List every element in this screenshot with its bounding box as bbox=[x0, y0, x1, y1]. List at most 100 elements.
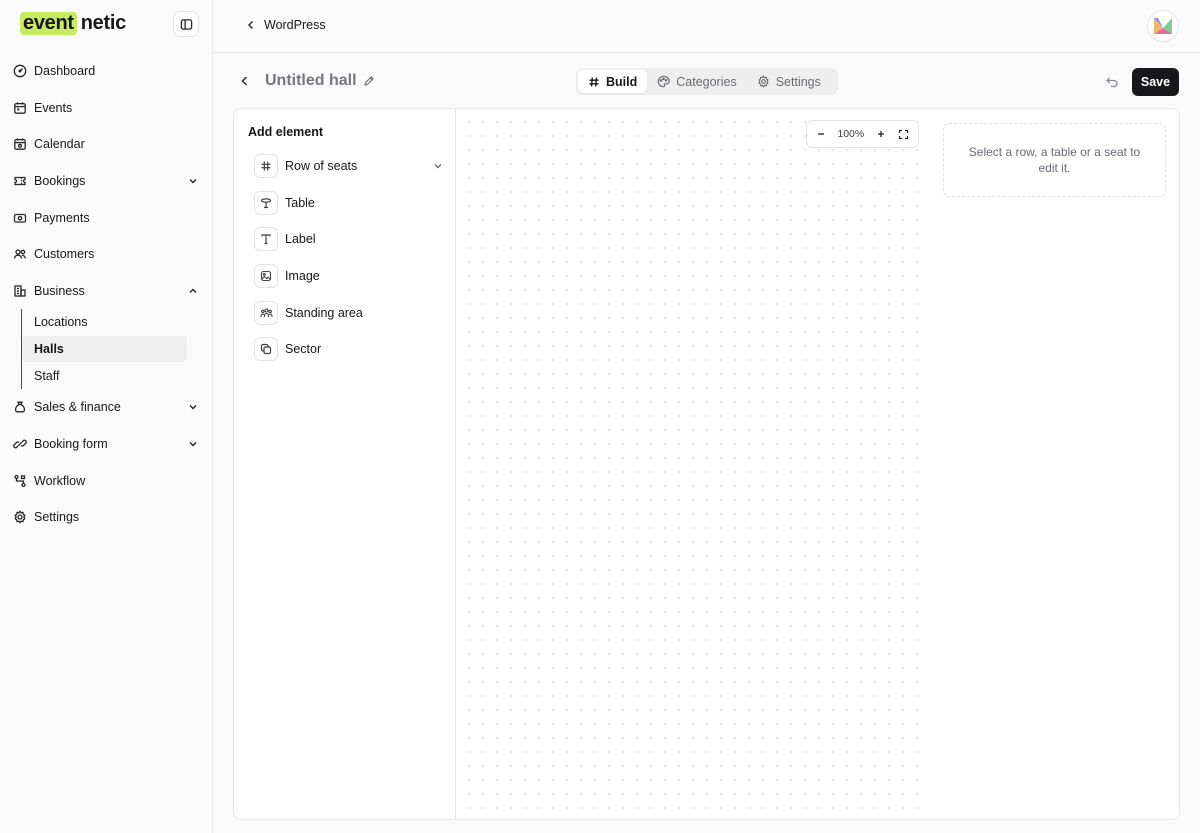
sidebar-item-calendar[interactable]: Calendar bbox=[0, 126, 213, 163]
sidebar-subitem-locations[interactable]: Locations bbox=[22, 309, 187, 336]
zoom-level: 100% bbox=[837, 128, 865, 140]
selection-hint: Select a row, a table or a seat to edit … bbox=[943, 123, 1166, 197]
money-bag-icon bbox=[13, 400, 27, 414]
people-icon bbox=[254, 300, 278, 325]
back-to-wordpress-link[interactable]: WordPress bbox=[246, 18, 326, 32]
fullscreen-icon bbox=[899, 129, 909, 139]
workflow-icon bbox=[13, 474, 27, 488]
ticket-icon bbox=[13, 174, 27, 188]
sidebar-item-events[interactable]: Events bbox=[0, 90, 213, 127]
element-standing-area[interactable]: Standing area bbox=[254, 294, 444, 331]
fullscreen-button[interactable] bbox=[897, 127, 911, 141]
element-label: Sector bbox=[285, 342, 322, 357]
tab-categories[interactable]: Categories bbox=[647, 70, 746, 93]
element-label: Row of seats bbox=[285, 159, 358, 174]
seat-map-canvas[interactable]: 100% bbox=[456, 109, 930, 819]
back-to-wordpress-label: WordPress bbox=[264, 18, 326, 32]
top-bar: WordPress bbox=[213, 0, 1200, 53]
cash-icon bbox=[13, 211, 27, 225]
element-label: Image bbox=[285, 269, 320, 284]
sidebar-item-label: Bookings bbox=[34, 174, 86, 189]
editor-tabs: Build Categories Settings bbox=[576, 68, 838, 95]
zoom-out-button[interactable] bbox=[814, 127, 828, 141]
users-icon bbox=[13, 247, 27, 261]
plus-icon bbox=[877, 131, 884, 137]
sidebar-subitem-halls[interactable]: Halls bbox=[22, 335, 187, 363]
sidebar-item-settings[interactable]: Settings bbox=[0, 499, 213, 536]
sidebar-item-label: Workflow bbox=[34, 473, 86, 488]
element-label: Table bbox=[285, 195, 315, 210]
sidebar-subitem-staff[interactable]: Staff bbox=[22, 362, 187, 389]
zoom-controls: 100% bbox=[806, 120, 919, 148]
image-icon bbox=[254, 264, 278, 289]
sidebar-toggle-icon bbox=[180, 18, 192, 30]
sidebar-item-dashboard[interactable]: Dashboard bbox=[0, 53, 213, 90]
chevron-left-icon bbox=[248, 21, 253, 29]
hash-icon bbox=[589, 76, 599, 87]
chevron-down-icon[interactable] bbox=[187, 175, 199, 187]
element-row-of-seats[interactable]: Row of seats bbox=[254, 148, 444, 185]
sidebar-item-bookings[interactable]: Bookings bbox=[0, 163, 213, 200]
logo-rest: netic bbox=[80, 11, 126, 34]
tab-label: Build bbox=[606, 74, 638, 89]
building-icon bbox=[13, 284, 27, 298]
chevron-down-icon[interactable] bbox=[187, 438, 199, 450]
form-icon bbox=[13, 437, 27, 451]
properties-panel: Select a row, a table or a seat to edit … bbox=[930, 109, 1179, 819]
sidebar-item-sales-finance[interactable]: Sales & finance bbox=[0, 389, 213, 426]
brand-logo-icon bbox=[1154, 18, 1172, 34]
element-label[interactable]: Label bbox=[254, 221, 444, 258]
sidebar-item-customers[interactable]: Customers bbox=[0, 236, 213, 273]
back-arrow-icon[interactable] bbox=[238, 74, 252, 88]
gear-icon bbox=[758, 75, 769, 88]
logo[interactable]: event netic bbox=[20, 10, 126, 36]
logo-highlight: event bbox=[20, 11, 77, 35]
palette-icon bbox=[658, 75, 671, 88]
hall-title-text: Untitled hall bbox=[265, 72, 357, 89]
element-sector[interactable]: Sector bbox=[254, 331, 444, 368]
sidebar-collapse-button[interactable] bbox=[173, 11, 199, 37]
sidebar-item-label: Customers bbox=[34, 247, 95, 262]
tab-label: Settings bbox=[775, 74, 821, 89]
sidebar-item-label: Dashboard bbox=[34, 64, 96, 79]
text-icon bbox=[254, 227, 278, 252]
sidebar-item-business[interactable]: Business bbox=[0, 273, 213, 310]
tab-label: Categories bbox=[676, 74, 737, 89]
table-icon bbox=[254, 190, 278, 215]
sidebar-item-booking-form[interactable]: Booking form bbox=[0, 426, 213, 463]
minus-icon bbox=[818, 133, 824, 135]
hall-title[interactable]: Untitled hall bbox=[265, 72, 375, 90]
tab-build[interactable]: Build bbox=[578, 70, 648, 93]
hall-editor: Add element Row of seats Table Label Ima… bbox=[233, 108, 1180, 820]
element-label-text: Label bbox=[285, 232, 316, 247]
gear-icon bbox=[13, 510, 27, 525]
sidebar-item-label: Settings bbox=[34, 510, 80, 525]
business-subnav: Locations Halls Staff bbox=[21, 309, 213, 390]
chevron-down-icon[interactable] bbox=[432, 160, 444, 172]
layers-icon bbox=[254, 337, 278, 362]
sidebar-item-workflow[interactable]: Workflow bbox=[0, 462, 213, 499]
element-image[interactable]: Image bbox=[254, 258, 444, 295]
sidebar-item-label: Business bbox=[34, 283, 85, 298]
sidebar-item-label: Events bbox=[34, 100, 73, 115]
gauge-icon bbox=[13, 64, 27, 78]
element-list: Row of seats Table Label Image Standing … bbox=[254, 148, 444, 368]
pencil-icon[interactable] bbox=[363, 75, 375, 87]
add-element-title: Add element bbox=[248, 125, 324, 139]
calendar-event-icon bbox=[13, 101, 27, 115]
sidebar: event netic Dashboard Events Calendar Bo… bbox=[0, 0, 213, 833]
avatar[interactable] bbox=[1147, 10, 1179, 42]
element-table[interactable]: Table bbox=[254, 185, 444, 222]
hash-icon bbox=[254, 154, 278, 179]
save-button[interactable]: Save bbox=[1132, 68, 1179, 96]
sidebar-nav: Dashboard Events Calendar Bookings Payme… bbox=[0, 53, 213, 536]
undo-icon[interactable] bbox=[1105, 75, 1119, 89]
sidebar-item-label: Payments bbox=[34, 210, 90, 225]
sidebar-item-payments[interactable]: Payments bbox=[0, 199, 213, 236]
chevron-up-icon[interactable] bbox=[187, 285, 199, 297]
chevron-down-icon[interactable] bbox=[187, 401, 199, 413]
tab-settings[interactable]: Settings bbox=[747, 70, 831, 93]
sidebar-item-label: Booking form bbox=[34, 437, 108, 452]
element-label: Standing area bbox=[285, 305, 363, 320]
zoom-in-button[interactable] bbox=[874, 127, 888, 141]
